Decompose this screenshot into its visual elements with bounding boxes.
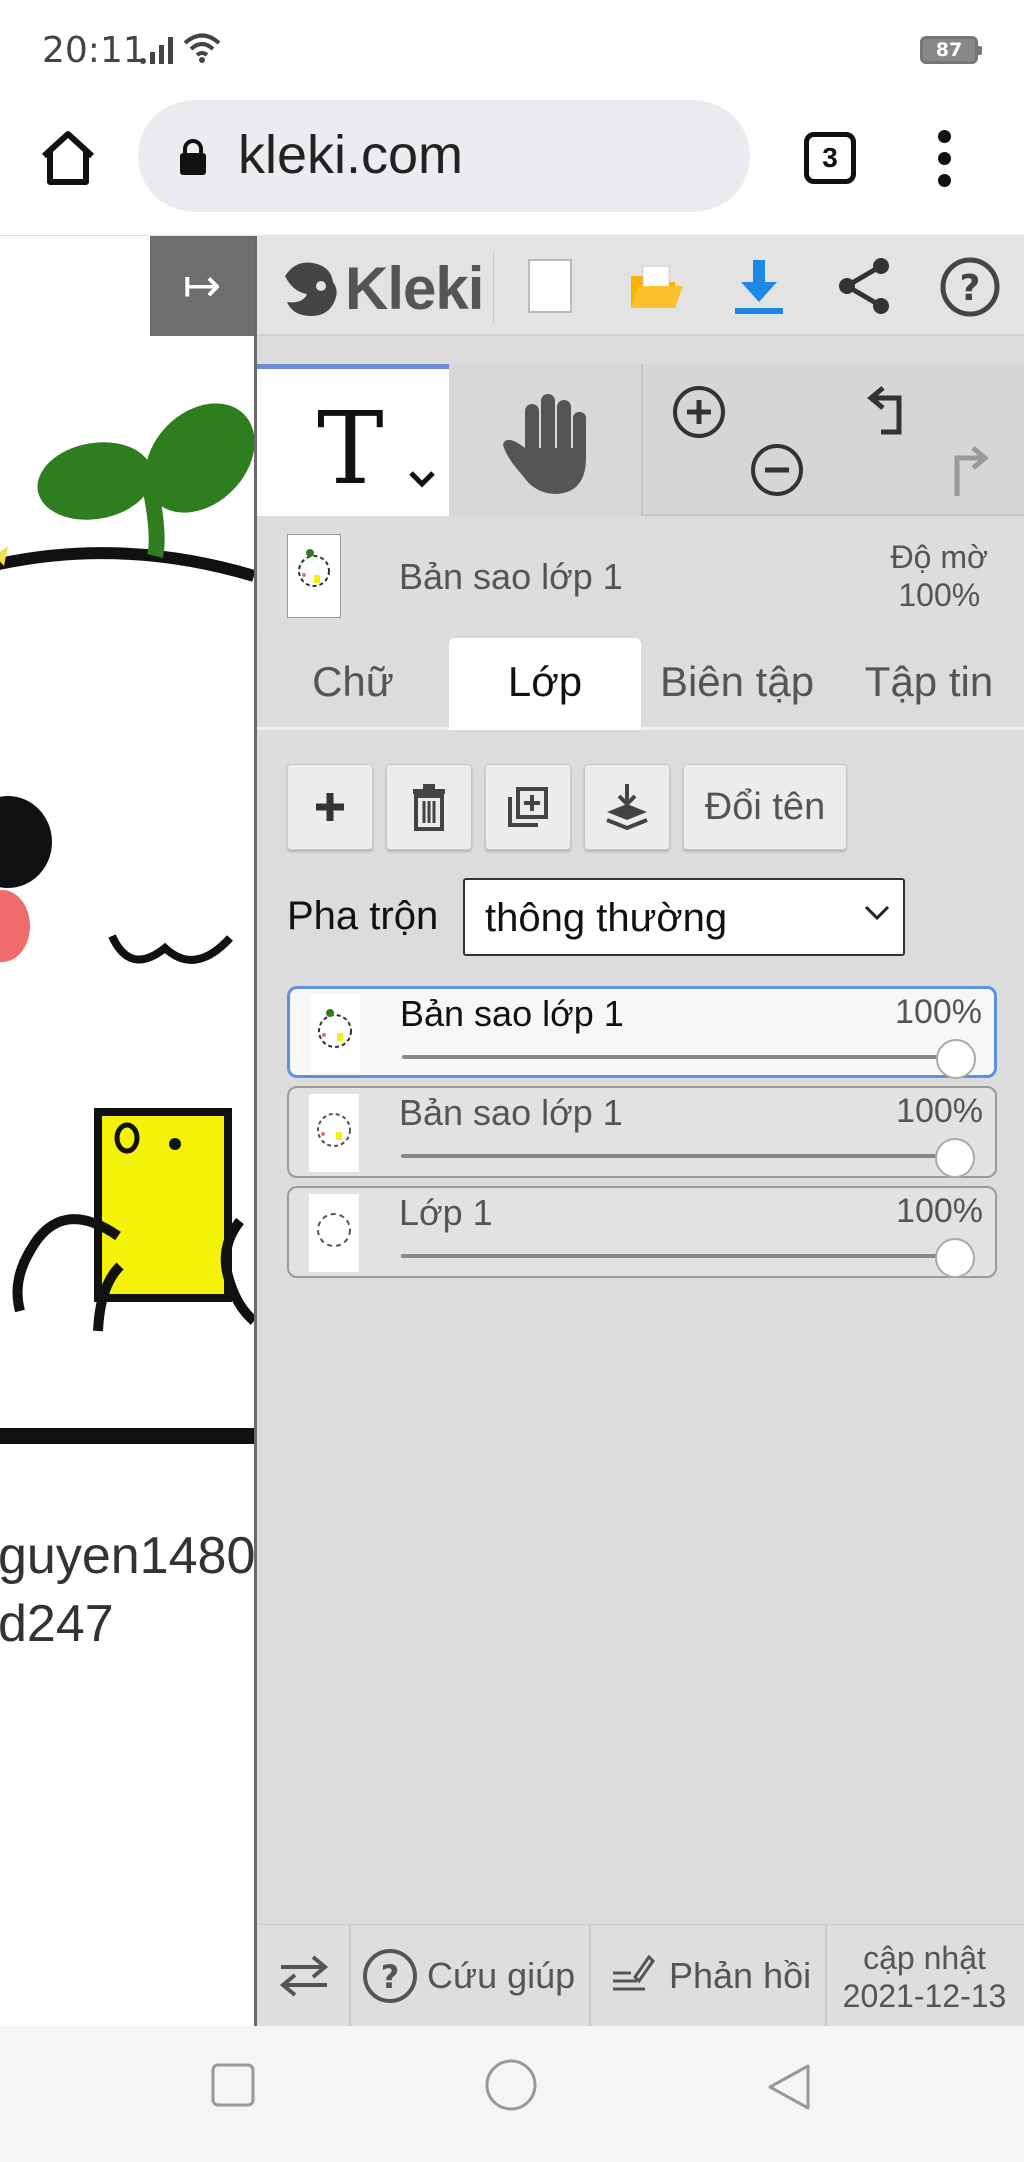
current-layer-info: Bản sao lớp 1 Độ mờ 100% bbox=[257, 518, 1024, 630]
tab-edit[interactable]: Biên tập bbox=[641, 638, 833, 730]
opacity-slider-knob[interactable] bbox=[935, 1138, 975, 1178]
kleki-logo-text: Kleki bbox=[345, 255, 484, 322]
trash-icon bbox=[413, 784, 445, 831]
new-image-icon[interactable] bbox=[525, 256, 575, 321]
status-time: 20:11 bbox=[42, 30, 146, 71]
update-label: cập nhật bbox=[863, 1940, 986, 1976]
plus-icon bbox=[316, 793, 344, 821]
rename-layer-button[interactable]: Đổi tên bbox=[683, 764, 847, 850]
layer-item[interactable]: Bản sao lớp 1 100% bbox=[287, 986, 997, 1079]
blend-mode-label: Pha trộn bbox=[287, 894, 439, 938]
current-layer-name: Bản sao lớp 1 bbox=[399, 556, 623, 597]
address-bar[interactable]: kleki.com bbox=[138, 100, 750, 212]
browser-menu-icon[interactable] bbox=[936, 130, 952, 190]
redo-icon[interactable] bbox=[937, 442, 997, 507]
help-icon: ? bbox=[363, 1949, 417, 2003]
swap-side-icon[interactable] bbox=[277, 1925, 331, 2027]
lock-icon bbox=[178, 138, 208, 181]
duplicate-layer-button[interactable] bbox=[485, 764, 571, 850]
signal-icon bbox=[140, 34, 178, 69]
zoom-out-icon[interactable] bbox=[747, 440, 807, 505]
kleki-logo[interactable]: Kleki bbox=[277, 254, 484, 323]
tab-file[interactable]: Tập tin bbox=[833, 638, 1024, 730]
recents-icon[interactable] bbox=[210, 2062, 256, 2113]
layer-name: Lớp 1 bbox=[399, 1192, 493, 1233]
tab-text[interactable]: Chữ bbox=[257, 638, 449, 730]
zoom-in-icon[interactable] bbox=[669, 382, 729, 447]
opacity-slider-track[interactable] bbox=[401, 1154, 959, 1158]
canvas-drawing bbox=[0, 403, 254, 1444]
undo-icon[interactable] bbox=[859, 380, 919, 445]
kleki-logo-icon bbox=[285, 262, 337, 316]
current-layer-opacity: Độ mờ 100% bbox=[891, 538, 988, 614]
panel-footer: ? Cứu giúp Phản hồi cập nhật 2021-12-13 bbox=[257, 1924, 1024, 2027]
panel-tabs: Chữ Lớp Biên tập Tập tin bbox=[257, 630, 1024, 730]
download-icon[interactable] bbox=[731, 256, 787, 321]
opacity-slider-track[interactable] bbox=[402, 1055, 958, 1059]
browser-toolbar: kleki.com 3 bbox=[0, 100, 1024, 236]
status-bar: 20:11 87 bbox=[0, 0, 1024, 100]
tab-switcher-button[interactable]: 3 bbox=[804, 132, 856, 184]
hand-icon bbox=[503, 394, 586, 494]
home-nav-icon[interactable] bbox=[484, 2058, 538, 2117]
chevron-down-icon bbox=[863, 904, 891, 927]
blend-mode-select[interactable]: thông thường bbox=[463, 878, 905, 956]
text-tool-button[interactable]: T bbox=[257, 364, 449, 516]
opacity-value: 100% bbox=[898, 577, 981, 613]
merge-layer-button[interactable] bbox=[584, 764, 670, 850]
drawing-canvas[interactable]: guyen1480 d247 bbox=[0, 236, 254, 2026]
kleki-top-bar: Kleki ? bbox=[257, 236, 1024, 336]
share-icon[interactable] bbox=[835, 256, 893, 321]
layer-name: Bản sao lớp 1 bbox=[400, 993, 624, 1034]
delete-layer-button[interactable] bbox=[386, 764, 472, 850]
text-tool-icon: T bbox=[317, 390, 384, 507]
canvas-text-line: guyen1480 bbox=[0, 1527, 254, 1585]
feedback-label: Phản hồi bbox=[669, 1955, 812, 1996]
url-text: kleki.com bbox=[238, 125, 464, 185]
open-folder-icon[interactable] bbox=[625, 256, 685, 321]
opacity-slider-track[interactable] bbox=[401, 1254, 959, 1258]
opacity-slider-knob[interactable] bbox=[935, 1238, 975, 1278]
back-icon[interactable] bbox=[764, 2062, 812, 2117]
layer-item[interactable]: Bản sao lớp 1 100% bbox=[287, 1086, 997, 1178]
android-nav-bar bbox=[0, 2026, 1024, 2162]
kleki-side-panel: Kleki ? T Bản sao lớp 1 Độ mờ 100% Chữ L… bbox=[254, 236, 1024, 2027]
current-layer-thumbnail bbox=[287, 534, 341, 618]
battery-icon: 87 bbox=[920, 36, 982, 64]
layer-item[interactable]: Lớp 1 100% bbox=[287, 1186, 997, 1278]
blend-mode-value: thông thường bbox=[485, 896, 728, 940]
feedback-button[interactable]: Phản hồi bbox=[609, 1925, 811, 2027]
merge-down-icon bbox=[606, 784, 648, 831]
update-date: 2021-12-13 bbox=[842, 1978, 1007, 2014]
chevron-down-icon[interactable] bbox=[407, 469, 437, 494]
layer-name: Bản sao lớp 1 bbox=[399, 1092, 623, 1133]
feedback-icon bbox=[613, 1954, 655, 1991]
hand-tool-button[interactable] bbox=[449, 364, 641, 516]
home-icon[interactable] bbox=[36, 126, 100, 190]
opacity-slider-knob[interactable] bbox=[936, 1039, 976, 1079]
svg-text:?: ? bbox=[381, 1958, 400, 1996]
layer-thumbnail bbox=[309, 1194, 359, 1272]
update-info[interactable]: cập nhật 2021-12-13 bbox=[825, 1939, 1024, 2015]
canvas-text-line: d247 bbox=[0, 1595, 114, 1653]
help-button[interactable]: ? Cứu giúp bbox=[361, 1925, 575, 2027]
tool-row: T bbox=[257, 364, 1024, 516]
layer-opacity: 100% bbox=[895, 993, 982, 1031]
help-icon[interactable]: ? bbox=[939, 256, 1001, 323]
wifi-icon bbox=[182, 32, 222, 69]
svg-text:?: ? bbox=[960, 268, 981, 309]
duplicate-icon bbox=[508, 787, 548, 827]
tab-layers[interactable]: Lớp bbox=[449, 638, 641, 730]
layer-thumbnail bbox=[309, 1094, 359, 1172]
help-label: Cứu giúp bbox=[427, 1955, 576, 1996]
layer-thumbnail bbox=[310, 995, 360, 1073]
opacity-label: Độ mờ bbox=[890, 539, 988, 575]
add-layer-button[interactable] bbox=[287, 764, 373, 850]
layer-opacity: 100% bbox=[896, 1192, 983, 1230]
collapse-panel-button[interactable]: ↦ bbox=[150, 236, 254, 336]
layer-opacity: 100% bbox=[896, 1092, 983, 1130]
